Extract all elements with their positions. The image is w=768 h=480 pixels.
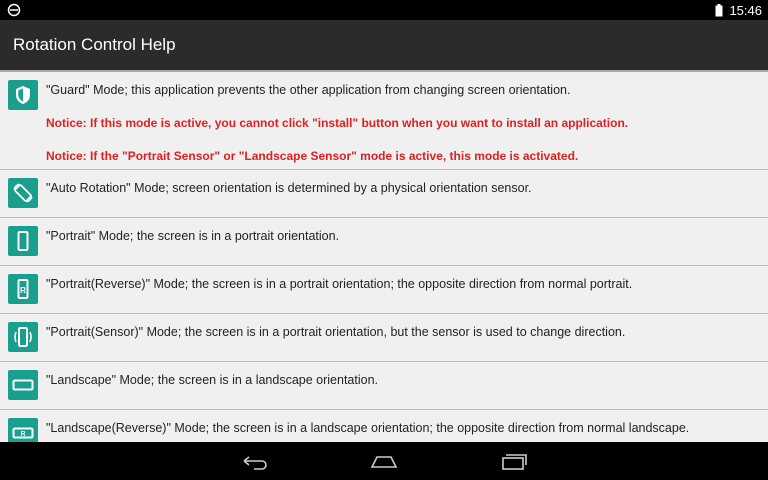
help-list[interactable]: "Guard" Mode; this application prevents … [0,70,768,442]
item-text: "Landscape" Mode; the screen is in a lan… [46,373,379,387]
navigation-bar [0,442,768,480]
status-time: 15:46 [729,2,762,18]
status-right: 15:46 [715,0,762,20]
status-bar: 15:46 [0,0,768,20]
portrait-icon [8,226,38,256]
list-item-portrait-reverse: R "Portrait(Reverse)" Mode; the screen i… [0,266,768,314]
list-item-portrait-sensor: "Portrait(Sensor)" Mode; the screen is i… [0,314,768,362]
landscape-reverse-icon-letter: R [20,431,25,438]
list-item-portrait: "Portrait" Mode; the screen is in a port… [0,218,768,266]
battery-icon [715,3,723,16]
list-item-auto-rotation: "Auto Rotation" Mode; screen orientation… [0,170,768,218]
list-item-guard: "Guard" Mode; this application prevents … [0,72,768,170]
item-text: "Portrait(Sensor)" Mode; the screen is i… [46,325,626,339]
portrait-reverse-icon-letter: R [20,286,26,295]
portrait-reverse-icon: R [8,274,38,304]
item-text: "Portrait(Reverse)" Mode; the screen is … [46,277,633,291]
home-icon[interactable] [369,451,399,471]
item-notice: Notice: If the "Portrait Sensor" or "Lan… [46,149,579,163]
item-text: "Portrait" Mode; the screen is in a port… [46,229,340,243]
page-title: Rotation Control Help [13,35,176,54]
item-text: "Auto Rotation" Mode; screen orientation… [46,181,532,195]
landscape-icon [8,370,38,400]
back-icon[interactable] [240,451,270,471]
auto-rotate-icon [8,178,38,208]
action-bar: Rotation Control Help [0,20,768,70]
list-item-landscape: "Landscape" Mode; the screen is in a lan… [0,362,768,410]
item-text: "Guard" Mode; this application prevents … [46,83,571,97]
recent-apps-icon[interactable] [499,451,529,471]
landscape-reverse-icon: R [8,418,38,442]
shield-icon [8,80,38,110]
list-item-landscape-reverse: R "Landscape(Reverse)" Mode; the screen … [0,410,768,442]
item-text: "Landscape(Reverse)" Mode; the screen is… [46,421,690,435]
notification-icon [7,3,21,17]
item-notice: Notice: If this mode is active, you cann… [46,116,629,130]
portrait-sensor-icon [8,322,38,352]
